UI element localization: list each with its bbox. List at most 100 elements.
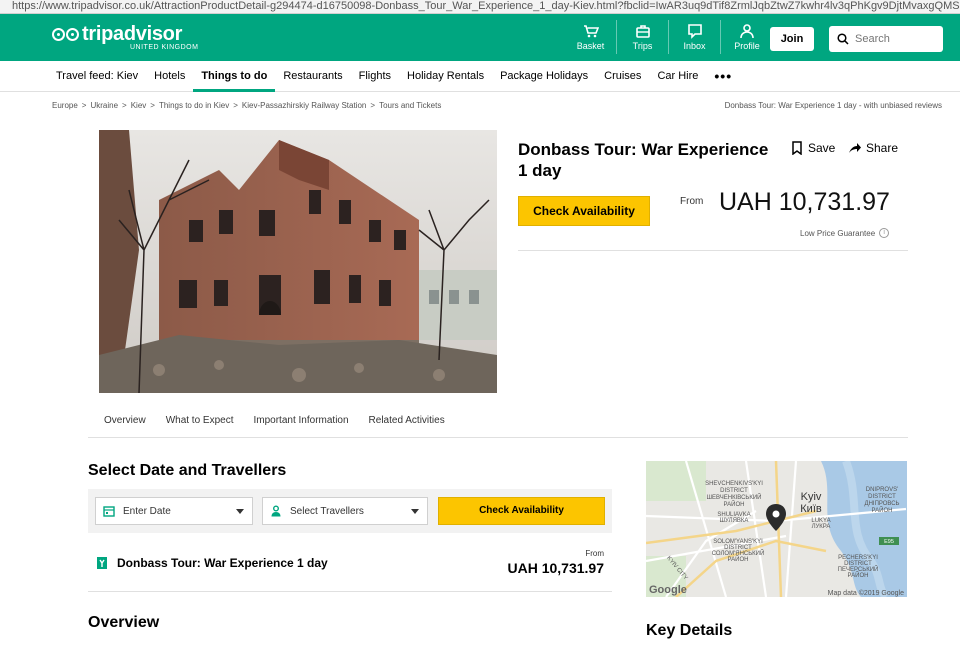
breadcrumb-link[interactable]: Europe: [52, 101, 78, 110]
tab-what-to-expect[interactable]: What to Expect: [166, 415, 234, 426]
map-label: СОЛОМ'ЯНСЬКИЙ: [712, 549, 765, 557]
breadcrumb-separator: >: [150, 101, 155, 110]
breadcrumb-link[interactable]: Tours and Tickets: [379, 101, 441, 110]
chevron-down-icon: [411, 509, 419, 514]
inbox-icon: [687, 24, 702, 39]
tripadvisor-logo[interactable]: tripadvisor UNITED KINGDOM: [52, 24, 198, 52]
top-header: tripadvisor UNITED KINGDOM Basket Trips …: [0, 14, 960, 61]
tour-option-from: From: [585, 549, 604, 558]
join-button[interactable]: Join: [770, 27, 814, 51]
share-button[interactable]: Share: [848, 141, 898, 155]
breadcrumb-separator: >: [233, 101, 238, 110]
search-input[interactable]: [855, 33, 935, 45]
nav-item-package-holidays[interactable]: Package Holidays: [492, 61, 596, 92]
map-canvas: SHEVCHENKIVS'KYI DISTRICT ШЕВЧЕНКІВСЬКИЙ…: [646, 461, 907, 597]
product-price: UAH 10,731.97: [719, 188, 890, 216]
breadcrumb-link[interactable]: Kiev-Passazhirskiy Railway Station: [242, 101, 367, 110]
tour-option-row[interactable]: Donbass Tour: War Experience 1 day From …: [96, 549, 606, 579]
map-label: РАЙОН: [872, 506, 893, 514]
map-label: РАЙОН: [848, 571, 869, 579]
tab-important-information[interactable]: Important Information: [254, 415, 349, 426]
check-availability-button[interactable]: Check Availability: [518, 196, 650, 226]
travellers-placeholder: Select Travellers: [290, 505, 364, 517]
breadcrumb-separator: >: [81, 101, 87, 110]
logo-region: UNITED KINGDOM: [130, 44, 199, 51]
nav-item-restaurants[interactable]: Restaurants: [275, 61, 350, 92]
breadcrumb: Europe > Ukraine > Kiev > Things to do in Kiev…: [52, 101, 441, 110]
search-box[interactable]: [829, 26, 943, 52]
search-icon: [837, 33, 849, 45]
profile-label: Profile: [734, 41, 760, 51]
breadcrumb-link[interactable]: Ukraine: [90, 101, 118, 110]
overview-heading: Overview: [88, 614, 160, 631]
nav-item-holiday-rentals[interactable]: Holiday Rentals: [399, 61, 492, 92]
divider: [88, 437, 908, 438]
price-from-label: From: [680, 196, 704, 207]
logo-text: tripadvisor: [82, 23, 183, 45]
booking-section-title: Select Date and Travellers: [88, 462, 287, 479]
save-button[interactable]: Save: [790, 141, 835, 155]
category-nav: Travel feed: Kiev Hotels Things to do Resta…: [0, 61, 960, 92]
nav-item-hotels[interactable]: Hotels: [146, 61, 193, 92]
map-city-label: Київ: [800, 503, 822, 515]
info-icon[interactable]: i: [879, 228, 890, 238]
nav-item-cruises[interactable]: Cruises: [596, 61, 649, 92]
ruined-building-photo: [99, 130, 497, 393]
map-label: РАЙОН: [728, 555, 749, 563]
map-label: ЛУКРА: [812, 524, 831, 530]
basket-button[interactable]: Basket: [565, 20, 617, 54]
map-label: DISTRICT: [868, 494, 896, 500]
inbox-button[interactable]: Inbox: [669, 20, 721, 54]
map-label: РАЙОН: [724, 500, 745, 508]
ticket-icon: [97, 557, 107, 569]
divider: [88, 591, 612, 592]
tab-overview[interactable]: Overview: [104, 415, 146, 426]
section-tabs: Overview What to Expect Important Inform…: [104, 415, 465, 426]
bookmark-icon: [792, 141, 802, 155]
tour-option-price: UAH 10,731.97: [507, 560, 604, 576]
map-city-label: Kyiv: [801, 491, 822, 503]
trips-button[interactable]: Trips: [617, 20, 669, 54]
map-label: ПЕЧЕРСЬКИЙ: [838, 565, 879, 573]
booking-check-availability-button[interactable]: Check Availability: [438, 497, 605, 525]
nav-item-car-hire[interactable]: Car Hire: [649, 61, 706, 92]
owl-logo-icon: [52, 26, 80, 44]
map-label: SHEVCHENKIVS'KYI: [705, 481, 763, 487]
breadcrumb-separator: >: [370, 101, 376, 110]
tab-related-activities[interactable]: Related Activities: [369, 415, 445, 426]
google-logo: Google: [649, 584, 687, 596]
person-icon: [271, 505, 281, 517]
map-attribution: Map data ©2019 Google: [828, 589, 904, 597]
trips-icon: [635, 25, 650, 38]
map-label: DISTRICT: [720, 488, 748, 494]
nav-item-flights[interactable]: Flights: [351, 61, 399, 92]
hero-photo[interactable]: [99, 130, 497, 393]
more-menu-icon[interactable]: •••: [706, 68, 740, 84]
breadcrumb-link[interactable]: Kiev: [131, 101, 147, 110]
date-select[interactable]: Enter Date: [95, 497, 253, 525]
map-label: ШУЛЯВКА: [720, 518, 749, 524]
basket-label: Basket: [576, 41, 605, 51]
location-map[interactable]: SHEVCHENKIVS'KYI DISTRICT ШЕВЧЕНКІВСЬКИЙ…: [646, 461, 907, 597]
header-nav: Basket Trips Inbox Profile: [565, 20, 773, 54]
share-icon: [849, 143, 861, 153]
low-price-guarantee[interactable]: Low Price Guarantee i: [800, 228, 890, 238]
map-label: DNIPROVS': [866, 487, 898, 493]
date-placeholder: Enter Date: [123, 505, 171, 517]
nav-item-things-to-do[interactable]: Things to do: [193, 61, 276, 92]
breadcrumb-separator: >: [122, 101, 127, 110]
profile-icon: [740, 24, 754, 39]
nav-item-travel-feed-kiev[interactable]: Travel feed: Kiev: [48, 61, 146, 92]
map-road-label: E95: [884, 539, 894, 545]
browser-url-bar[interactable]: https://www.tripadvisor.co.uk/Attraction…: [0, 0, 960, 14]
travellers-select[interactable]: Select Travellers: [262, 497, 428, 525]
page-subtitle: Donbass Tour: War Experience 1 day - wit…: [724, 101, 942, 110]
key-details-heading: Key Details: [646, 622, 733, 639]
profile-button[interactable]: Profile: [721, 20, 773, 54]
chevron-down-icon: [236, 509, 244, 514]
inbox-label: Inbox: [683, 41, 706, 51]
map-label: ШЕВЧЕНКІВСЬКИЙ: [707, 493, 762, 501]
breadcrumb-link[interactable]: Things to do in Kiev: [159, 101, 229, 110]
save-label: Save: [808, 141, 836, 155]
divider: [518, 250, 908, 251]
